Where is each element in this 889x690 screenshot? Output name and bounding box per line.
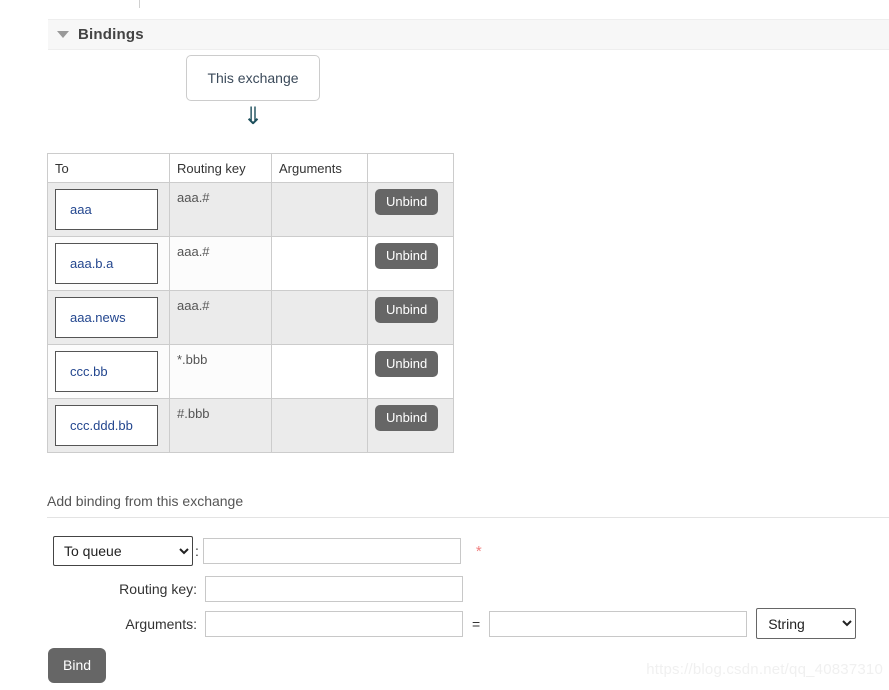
action-cell: Unbind — [367, 344, 454, 399]
action-cell: Unbind — [367, 290, 454, 345]
unbind-button[interactable]: Unbind — [375, 351, 439, 377]
routing-key-cell: aaa.# — [169, 290, 272, 345]
form-divider — [47, 517, 889, 518]
binding-destination-cell: aaa.news — [47, 290, 170, 345]
column-header-arguments: Arguments — [271, 153, 368, 183]
unbind-button[interactable]: Unbind — [375, 243, 439, 269]
destination-link[interactable]: aaa.news — [70, 310, 126, 325]
routing-key-value: aaa.# — [177, 298, 210, 313]
this-exchange-node: This exchange — [186, 55, 320, 101]
bindings-table: To Routing key Arguments aaa aaa.# Unbin… — [47, 153, 454, 453]
action-cell: Unbind — [367, 398, 454, 453]
add-binding-heading: Add binding from this exchange — [47, 493, 244, 509]
this-exchange-label: This exchange — [207, 70, 299, 86]
binding-destination-cell: aaa — [47, 182, 170, 237]
routing-key-value: aaa.# — [177, 244, 210, 259]
column-header-actions — [367, 153, 454, 183]
routing-key-value: aaa.# — [177, 190, 210, 205]
destination-link[interactable]: ccc.bb — [70, 364, 108, 379]
destination-box: aaa — [55, 189, 158, 230]
arguments-cell — [271, 398, 368, 453]
bind-button[interactable]: Bind — [48, 648, 107, 683]
unbind-button[interactable]: Unbind — [375, 297, 439, 323]
bindings-section-header[interactable]: Bindings — [48, 19, 889, 50]
arguments-label: Arguments: — [125, 615, 197, 632]
arguments-cell — [271, 182, 368, 237]
triangle-down-icon[interactable] — [57, 31, 69, 38]
destination-link[interactable]: aaa — [70, 202, 92, 217]
routing-key-cell: #.bbb — [169, 398, 272, 453]
action-cell: Unbind — [367, 182, 454, 237]
routing-key-cell: *.bbb — [169, 344, 272, 399]
table-row: aaa.news aaa.# Unbind — [47, 290, 454, 345]
arguments-cell — [271, 344, 368, 399]
table-row: ccc.ddd.bb #.bbb Unbind — [47, 398, 454, 453]
destination-box: ccc.bb — [55, 351, 158, 392]
column-header-routing-key: Routing key — [169, 153, 272, 183]
destination-type-select[interactable]: To queue To exchange — [53, 536, 193, 566]
argument-type-select[interactable]: String Number Boolean List — [756, 608, 857, 639]
routing-key-cell: aaa.# — [169, 236, 272, 291]
arguments-cell — [271, 236, 368, 291]
routing-key-cell: aaa.# — [169, 182, 272, 237]
table-row: ccc.bb *.bbb Unbind — [47, 344, 454, 399]
destination-link[interactable]: ccc.ddd.bb — [70, 418, 133, 433]
destination-row: To queue To exchange : * — [53, 536, 482, 566]
destination-link[interactable]: aaa.b.a — [70, 256, 113, 271]
routing-key-input[interactable] — [205, 576, 463, 602]
unbind-button[interactable]: Unbind — [375, 189, 439, 215]
page-title: Bindings — [78, 26, 144, 43]
table-header-row: To Routing key Arguments — [47, 153, 454, 183]
watermark-text: https://blog.csdn.net/qq_40837310 — [646, 661, 883, 678]
routing-key-value: #.bbb — [177, 406, 210, 421]
routing-key-row: Routing key: — [53, 576, 463, 602]
destination-colon: : — [195, 543, 199, 559]
destination-box: aaa.news — [55, 297, 158, 338]
destination-box: ccc.ddd.bb — [55, 405, 158, 446]
top-divider-artifact — [139, 0, 140, 8]
required-asterisk: * — [475, 542, 482, 560]
destination-name-input[interactable] — [202, 538, 461, 564]
routing-key-value: *.bbb — [177, 352, 208, 367]
unbind-button[interactable]: Unbind — [375, 405, 439, 431]
argument-value-input[interactable] — [489, 610, 748, 637]
routing-key-label: Routing key: — [119, 581, 197, 597]
column-header-to: To — [47, 153, 170, 183]
binding-destination-cell: aaa.b.a — [47, 236, 170, 291]
table-row: aaa.b.a aaa.# Unbind — [47, 236, 454, 291]
arguments-cell — [271, 290, 368, 345]
arguments-row: Arguments: = String Number Boolean List — [53, 608, 857, 639]
destination-box: aaa.b.a — [55, 243, 158, 284]
double-down-arrow-icon: ⇓ — [242, 103, 264, 130]
binding-destination-cell: ccc.bb — [47, 344, 170, 399]
argument-key-input[interactable] — [205, 610, 463, 637]
table-row: aaa aaa.# Unbind — [47, 182, 454, 237]
action-cell: Unbind — [367, 236, 454, 291]
binding-destination-cell: ccc.ddd.bb — [47, 398, 170, 453]
equals-sign: = — [472, 615, 481, 632]
